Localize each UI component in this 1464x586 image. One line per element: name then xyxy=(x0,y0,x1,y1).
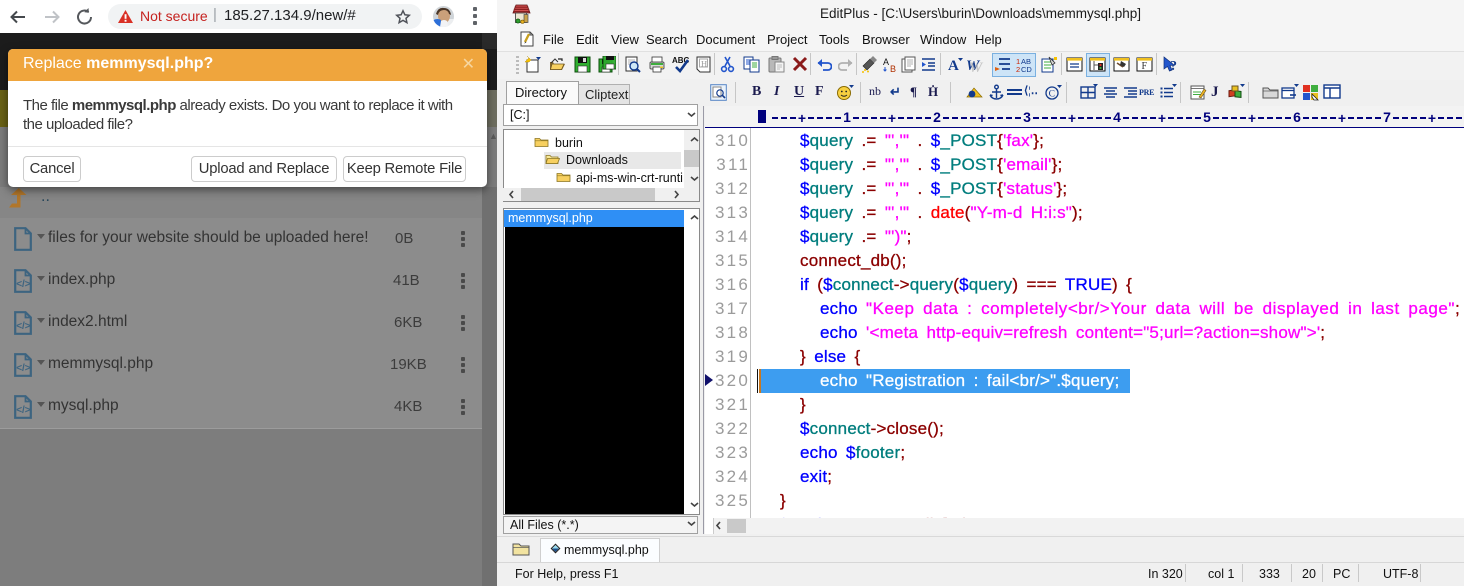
svg-text:</>: </> xyxy=(16,405,31,416)
svg-text:</>: </> xyxy=(16,321,31,332)
svg-text:W: W xyxy=(969,60,984,73)
svg-text:CD: CD xyxy=(1021,65,1032,73)
svg-text:H: H xyxy=(701,59,707,69)
svg-text:A: A xyxy=(883,57,889,67)
svg-text:B: B xyxy=(890,64,896,73)
svg-text:A: A xyxy=(948,58,959,73)
svg-text:F: F xyxy=(1142,61,1148,72)
svg-text:</>: </> xyxy=(16,363,31,374)
svg-text:?: ? xyxy=(1170,59,1177,74)
svg-text:</>: </> xyxy=(16,279,31,290)
svg-text:2: 2 xyxy=(1016,65,1020,73)
svg-text:C: C xyxy=(1049,90,1055,100)
